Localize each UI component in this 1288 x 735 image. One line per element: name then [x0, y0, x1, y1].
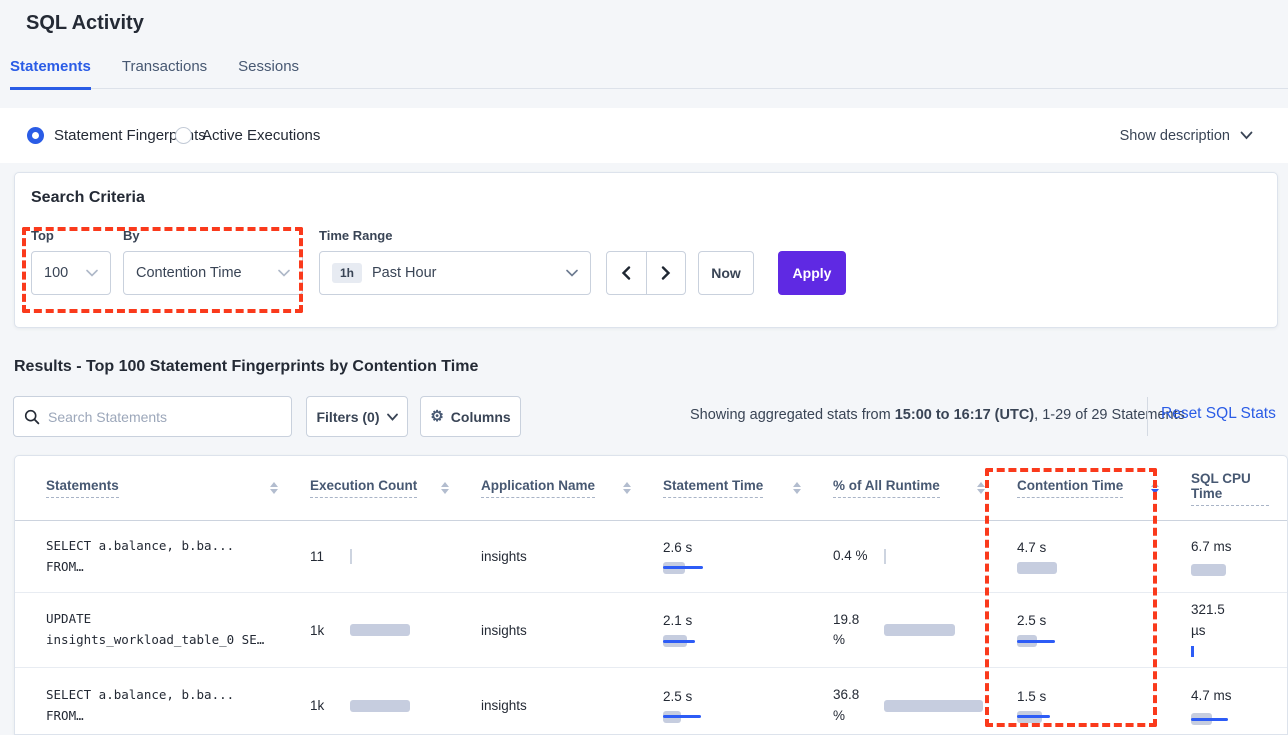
sql-cpu-time-bar — [1191, 645, 1273, 660]
application-name-cell: insights — [467, 623, 649, 638]
top-select[interactable]: 100 — [31, 251, 111, 295]
statement-cell[interactable]: UPDATE insights_workload_table_0 SE… — [15, 609, 296, 650]
chevron-down-icon — [387, 413, 398, 421]
by-label: By — [123, 228, 140, 243]
sql-cpu-time-cell: 6.7 ms — [1177, 537, 1287, 576]
filters-button[interactable]: Filters (0) — [306, 396, 408, 437]
next-time-button[interactable] — [647, 252, 686, 294]
column-header-statement-time[interactable]: Statement Time — [649, 478, 819, 498]
execution-count-value: 1k — [310, 698, 350, 713]
results-heading: Results - Top 100 Statement Fingerprints… — [14, 358, 478, 376]
pct-runtime-cell: 0.4 % — [819, 546, 1003, 566]
reset-sql-stats-link[interactable]: Reset SQL Stats — [1161, 405, 1276, 423]
statement-time-bar — [663, 711, 805, 723]
search-criteria-panel: Search Criteria Top By Time Range 100 Co… — [14, 172, 1278, 328]
time-range-badge: 1h — [332, 263, 362, 283]
execution-count-bar — [350, 624, 410, 636]
radio-selected-icon — [27, 127, 44, 144]
radio-active-executions[interactable]: Active Executions — [175, 108, 320, 163]
chevron-right-icon — [661, 266, 671, 280]
tab-statements[interactable]: Statements — [10, 56, 91, 90]
statement-time-cell: 2.6 s — [649, 540, 819, 574]
application-name-cell: insights — [467, 549, 649, 564]
columns-button[interactable]: ⚙ Columns — [420, 396, 521, 437]
table-row: SELECT a.balance, b.ba... FROM… 1k insig… — [15, 668, 1287, 735]
search-input[interactable] — [48, 409, 281, 425]
execution-count-cell: 1k — [296, 623, 467, 638]
apply-button[interactable]: Apply — [778, 251, 846, 295]
sql-cpu-time-cell: 321.5 µs — [1177, 600, 1287, 660]
show-description-toggle[interactable]: Show description — [1120, 108, 1253, 163]
column-header-sql-cpu-time[interactable]: SQL CPU Time — [1177, 471, 1287, 506]
table-header-row: Statements Execution Count Application N… — [15, 456, 1287, 521]
statements-table: Statements Execution Count Application N… — [14, 455, 1288, 735]
now-button[interactable]: Now — [698, 251, 754, 295]
statement-time-bar — [663, 635, 805, 647]
application-name-cell: insights — [467, 698, 649, 713]
pct-runtime-cell: 36.8 % — [819, 685, 1003, 726]
by-select[interactable]: Contention Time — [123, 251, 303, 295]
statement-time-cell: 2.1 s — [649, 613, 819, 647]
time-range-label: Time Range — [319, 228, 392, 243]
prev-time-button[interactable] — [607, 252, 647, 294]
column-header-pct-runtime[interactable]: % of All Runtime — [819, 478, 1003, 498]
column-header-application-name[interactable]: Application Name — [467, 478, 649, 498]
tab-bar: Statements Transactions Sessions — [10, 56, 1288, 89]
chevron-down-icon — [86, 269, 98, 277]
table-row: UPDATE insights_workload_table_0 SE… 1k … — [15, 593, 1287, 668]
sort-icon — [615, 482, 631, 494]
chevron-down-icon — [278, 269, 290, 277]
table-row: SELECT a.balance, b.ba... FROM… 11 insig… — [15, 521, 1287, 593]
sort-icon — [262, 482, 278, 494]
sql-cpu-time-cell: 4.7 ms — [1177, 686, 1287, 725]
contention-time-bar — [1017, 711, 1163, 723]
execution-count-bar — [350, 700, 410, 712]
view-toggle-bar: Statement Fingerprints Active Executions… — [0, 108, 1288, 163]
statement-time-cell: 2.5 s — [649, 689, 819, 723]
chevron-down-icon — [1240, 131, 1253, 140]
pct-runtime-bar — [884, 624, 955, 636]
contention-time-cell: 4.7 s — [1003, 540, 1177, 574]
column-header-contention-time[interactable]: Contention Time — [1003, 478, 1177, 498]
sort-icon-active-desc — [1143, 482, 1159, 494]
pct-runtime-bar — [884, 700, 983, 712]
radio-unselected-icon — [175, 127, 192, 144]
sort-icon — [785, 482, 801, 494]
execution-count-value: 11 — [310, 549, 350, 564]
tab-sessions[interactable]: Sessions — [238, 56, 299, 88]
tab-transactions[interactable]: Transactions — [122, 56, 207, 88]
sql-cpu-time-bar — [1191, 713, 1273, 725]
execution-count-bar — [350, 549, 352, 564]
contention-time-bar — [1017, 562, 1163, 574]
chevron-left-icon — [621, 266, 631, 280]
contention-time-bar — [1017, 635, 1163, 647]
search-icon — [24, 409, 40, 425]
gear-icon: ⚙ — [430, 409, 443, 424]
sort-icon — [433, 482, 449, 494]
sort-icon — [969, 482, 985, 494]
search-criteria-heading: Search Criteria — [31, 189, 145, 207]
search-statements-box — [13, 396, 292, 437]
page-title: SQL Activity — [26, 12, 144, 35]
statement-time-bar — [663, 562, 805, 574]
column-header-statements[interactable]: Statements — [15, 478, 296, 498]
divider — [1147, 397, 1148, 436]
contention-time-cell: 1.5 s — [1003, 689, 1177, 723]
execution-count-value: 1k — [310, 623, 350, 638]
sql-activity-page: SQL Activity Statements Transactions Ses… — [0, 0, 1288, 735]
execution-count-cell: 11 — [296, 549, 467, 564]
time-range-select[interactable]: 1h Past Hour — [319, 251, 591, 295]
column-header-execution-count[interactable]: Execution Count — [296, 478, 467, 498]
statement-cell[interactable]: SELECT a.balance, b.ba... FROM… — [15, 536, 296, 577]
pct-runtime-bar — [884, 549, 886, 564]
sql-cpu-time-bar — [1191, 564, 1273, 576]
execution-count-cell: 1k — [296, 698, 467, 713]
chevron-down-icon — [566, 269, 578, 277]
showing-stats-text: Showing aggregated stats from 15:00 to 1… — [690, 407, 1185, 423]
time-shift-buttons — [606, 251, 686, 295]
pct-runtime-cell: 19.8 % — [819, 610, 1003, 651]
top-label: Top — [31, 228, 54, 243]
statement-cell[interactable]: SELECT a.balance, b.ba... FROM… — [15, 685, 296, 726]
contention-time-cell: 2.5 s — [1003, 613, 1177, 647]
